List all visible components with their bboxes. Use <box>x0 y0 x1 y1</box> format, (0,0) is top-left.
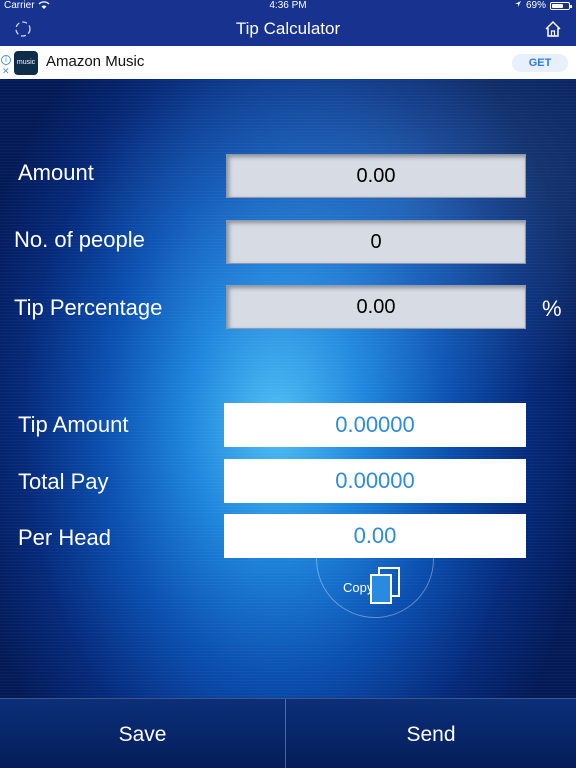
copy-icon <box>367 566 403 606</box>
clock: 4:36 PM <box>269 0 307 11</box>
people-label: No. of people <box>14 227 145 252</box>
total-pay-value: 0.00000 <box>224 459 526 503</box>
ad-title: Amazon Music <box>46 53 145 70</box>
battery-icon <box>550 2 572 10</box>
tip-percentage-input[interactable]: 0.00 <box>226 285 526 329</box>
tip-amount-label: Tip Amount <box>18 412 129 437</box>
location-icon <box>514 0 522 12</box>
ad-logo: music <box>14 51 38 75</box>
ad-close-icon[interactable]: ✕ <box>2 66 10 77</box>
percent-symbol: % <box>542 296 562 321</box>
tip-percentage-label: Tip Percentage <box>14 295 163 320</box>
home-icon[interactable] <box>544 20 562 38</box>
amount-label: Amount <box>18 160 94 185</box>
bottom-toolbar: Save Send <box>0 698 576 768</box>
ad-info-icon[interactable]: i <box>1 55 11 65</box>
status-right: 69% <box>514 0 572 12</box>
battery-percent: 69% <box>525 0 546 11</box>
per-head-label: Per Head <box>18 525 111 550</box>
ad-banner[interactable]: i ✕ music Amazon Music GET <box>0 46 576 79</box>
save-button[interactable]: Save <box>0 699 285 768</box>
per-head-value: 0.00 <box>224 514 526 558</box>
nav-bar: Tip Calculator <box>0 12 576 46</box>
battery-fill <box>552 4 564 8</box>
copy-button[interactable]: Copy <box>316 558 434 618</box>
ad-get-button[interactable]: GET <box>512 54 568 72</box>
amount-input[interactable]: 0.00 <box>226 154 526 198</box>
total-pay-label: Total Pay <box>18 469 109 494</box>
tip-amount-value: 0.00000 <box>224 403 526 447</box>
status-bar: Carrier 4:36 PM 69% <box>0 0 576 12</box>
app-screen: Carrier 4:36 PM 69% Tip Calculator i ✕ m… <box>0 0 576 768</box>
send-button[interactable]: Send <box>286 699 576 768</box>
people-input[interactable]: 0 <box>226 220 526 264</box>
page-title: Tip Calculator <box>235 19 341 38</box>
